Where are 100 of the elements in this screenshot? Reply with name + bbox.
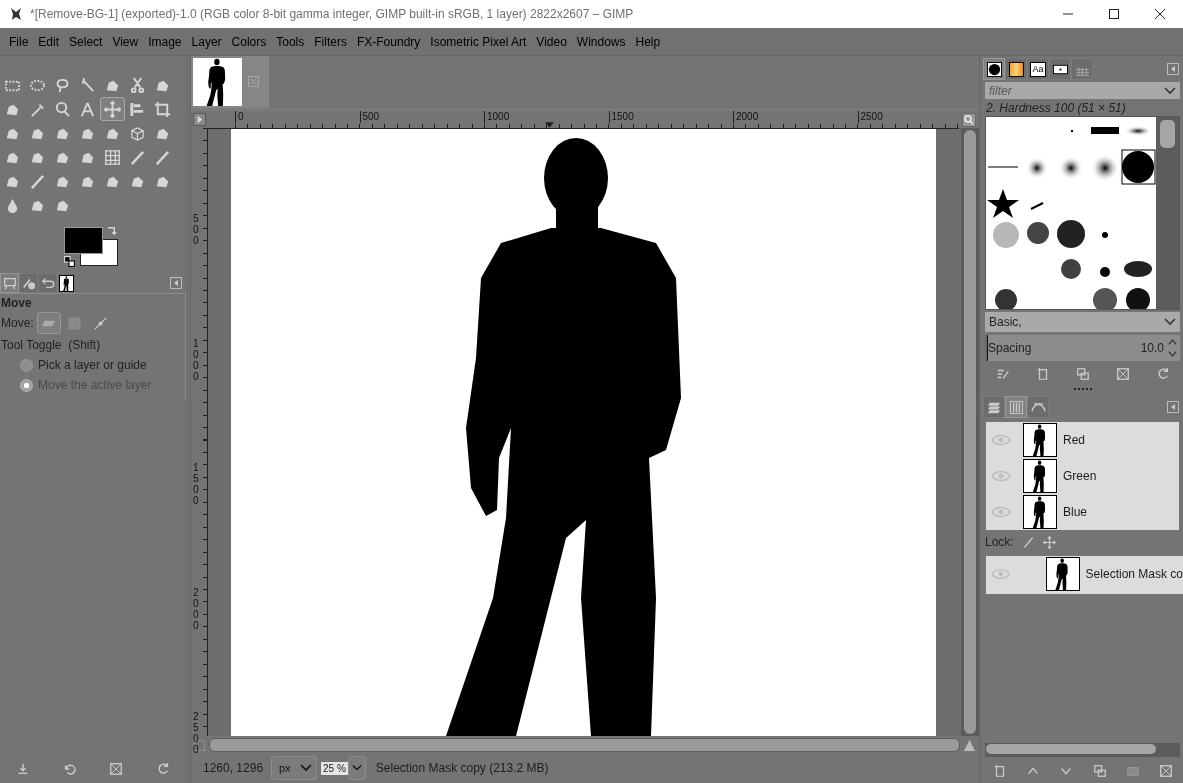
filter-dropdown-button[interactable] (1160, 82, 1180, 99)
spacing-label: Spacing (988, 341, 1032, 355)
pencil-icon (29, 172, 46, 190)
dock-tab[interactable] (983, 58, 1005, 80)
image-tab[interactable] (191, 56, 269, 108)
tool-options-title: Move (1, 296, 33, 310)
dock-tab[interactable] (1049, 58, 1071, 80)
pencil-icon (154, 148, 171, 166)
delete-icon[interactable] (1159, 764, 1174, 778)
channel-name: Selection Mask co (1085, 567, 1183, 581)
channels-icon (1008, 399, 1024, 415)
ruler-label: 0 (235, 110, 244, 123)
edit-icon[interactable] (996, 367, 1010, 381)
radio-label: Pick a layer or guide (38, 358, 147, 372)
menu-item[interactable]: File (4, 34, 34, 49)
menu-item[interactable]: Tools (271, 34, 310, 49)
undo-icon (40, 276, 55, 290)
ruler-label: 1000 (484, 110, 510, 123)
move-mode-button[interactable] (36, 312, 61, 334)
tool-button[interactable] (100, 97, 125, 121)
vertical-scrollbar[interactable] (1156, 117, 1179, 309)
horizontal-scrollbar[interactable] (985, 743, 1180, 757)
menu-item[interactable]: View (107, 34, 144, 49)
spin-arrows-icon[interactable] (1168, 337, 1177, 359)
ruler-label: 2000 (193, 586, 199, 631)
delete-icon[interactable] (1116, 367, 1130, 381)
lasso-icon (54, 76, 71, 94)
brush-previews-drawing[interactable] (986, 117, 1156, 309)
chevron-icon (1164, 86, 1176, 95)
app-icon (8, 6, 24, 22)
align-icon (129, 100, 146, 118)
reset-icon[interactable] (155, 762, 170, 776)
new-icon[interactable] (1036, 367, 1050, 381)
duplicate-icon[interactable] (1076, 367, 1090, 381)
menu-item[interactable]: Image (143, 34, 187, 49)
gradient-icon (1008, 61, 1024, 77)
menu-item[interactable]: Select (64, 34, 108, 49)
close-icon (1154, 8, 1166, 20)
chevron-icon (300, 764, 312, 772)
unit-dropdown[interactable]: px (271, 756, 317, 780)
delete-icon[interactable] (109, 762, 124, 776)
magnifier-icon (54, 100, 71, 118)
brush-name: 2. Hardness 100 (51 × 51) (985, 100, 1127, 115)
window-title: *[Remove-BG-1] (exported)-1.0 (RGB color 8-bit gamma integer, GIMP built-in sRGB, 1 layer) 2822x2607 – GIMP (30, 7, 634, 21)
menu-item[interactable]: Layer (186, 34, 227, 49)
panel-menu-icon[interactable] (170, 277, 182, 289)
panel-menu-icon[interactable] (1167, 63, 1179, 75)
figure-thumbnail (193, 58, 242, 106)
dock-tab[interactable] (57, 273, 76, 293)
new-icon[interactable] (992, 764, 1007, 778)
figure-thumbnail (1023, 495, 1057, 529)
tag-dropdown[interactable]: Basic, (985, 312, 1180, 332)
panel-menu-icon[interactable] (1167, 401, 1179, 413)
spacing-value: 10.0 (1140, 341, 1164, 355)
zoom-icon[interactable] (962, 112, 976, 127)
zoom-dropdown-button[interactable] (347, 756, 366, 780)
channel-row[interactable]: Red (986, 422, 1179, 458)
crop-icon (154, 100, 171, 118)
swap-arrow-icon[interactable] (106, 225, 117, 236)
maximize-icon (1108, 8, 1120, 20)
pointer-coordinates: 1260, 1296 (202, 761, 265, 775)
refresh-icon[interactable] (1156, 367, 1170, 381)
menu-item[interactable]: Video (531, 34, 572, 49)
filter-field[interactable]: filter (985, 82, 1160, 99)
ruler-label: 2500 (857, 110, 883, 123)
cube-icon (129, 124, 146, 142)
vertical-scrollbar[interactable] (961, 128, 979, 736)
wand-icon (79, 76, 96, 94)
channel-row[interactable]: Blue (986, 494, 1179, 530)
menu-item[interactable]: Filters (309, 34, 352, 49)
menu-item[interactable]: FX-Foundry (351, 34, 426, 49)
spacing-slider[interactable]: Spacing 10.0 (985, 335, 1180, 361)
ruler-label: 1500 (193, 462, 199, 507)
status-message: Selection Mask copy (213.2 MB) (375, 761, 549, 775)
tool-toggle-label: Tool Toggle (Shift) (1, 338, 102, 352)
move-label: Move: (1, 316, 34, 330)
figure-thumbnail (1046, 557, 1080, 591)
channel-row[interactable]: Green (986, 458, 1179, 494)
navigate-icon[interactable] (963, 738, 976, 752)
horizontal-scrollbar[interactable] (209, 738, 960, 752)
menu-item[interactable]: Isometric Pixel Art (425, 34, 532, 49)
duplicate-icon[interactable] (1092, 764, 1107, 778)
restore-icon[interactable] (62, 762, 77, 776)
move-icon (104, 100, 121, 118)
menu-item[interactable]: Windows (571, 34, 631, 49)
zoom-field[interactable]: 25 % (321, 761, 348, 775)
brush-icon[interactable] (1021, 535, 1035, 549)
dock-tab[interactable] (1005, 58, 1027, 80)
circle-icon (986, 61, 1002, 77)
lock-label: Lock: (985, 535, 1014, 549)
ruler-label: 500 (359, 110, 380, 123)
default-colors-icon[interactable] (64, 256, 75, 267)
move-icon[interactable] (1042, 535, 1056, 549)
ruler-label: 1000 (193, 337, 199, 382)
menu-item[interactable]: Help (630, 34, 666, 49)
radio-button[interactable] (20, 358, 33, 372)
menu-item[interactable]: Colors (226, 34, 272, 49)
menu-item[interactable]: Edit (33, 34, 65, 49)
color-swatches-drawing[interactable] (64, 227, 119, 267)
ruler-label: 2500 (193, 711, 199, 756)
